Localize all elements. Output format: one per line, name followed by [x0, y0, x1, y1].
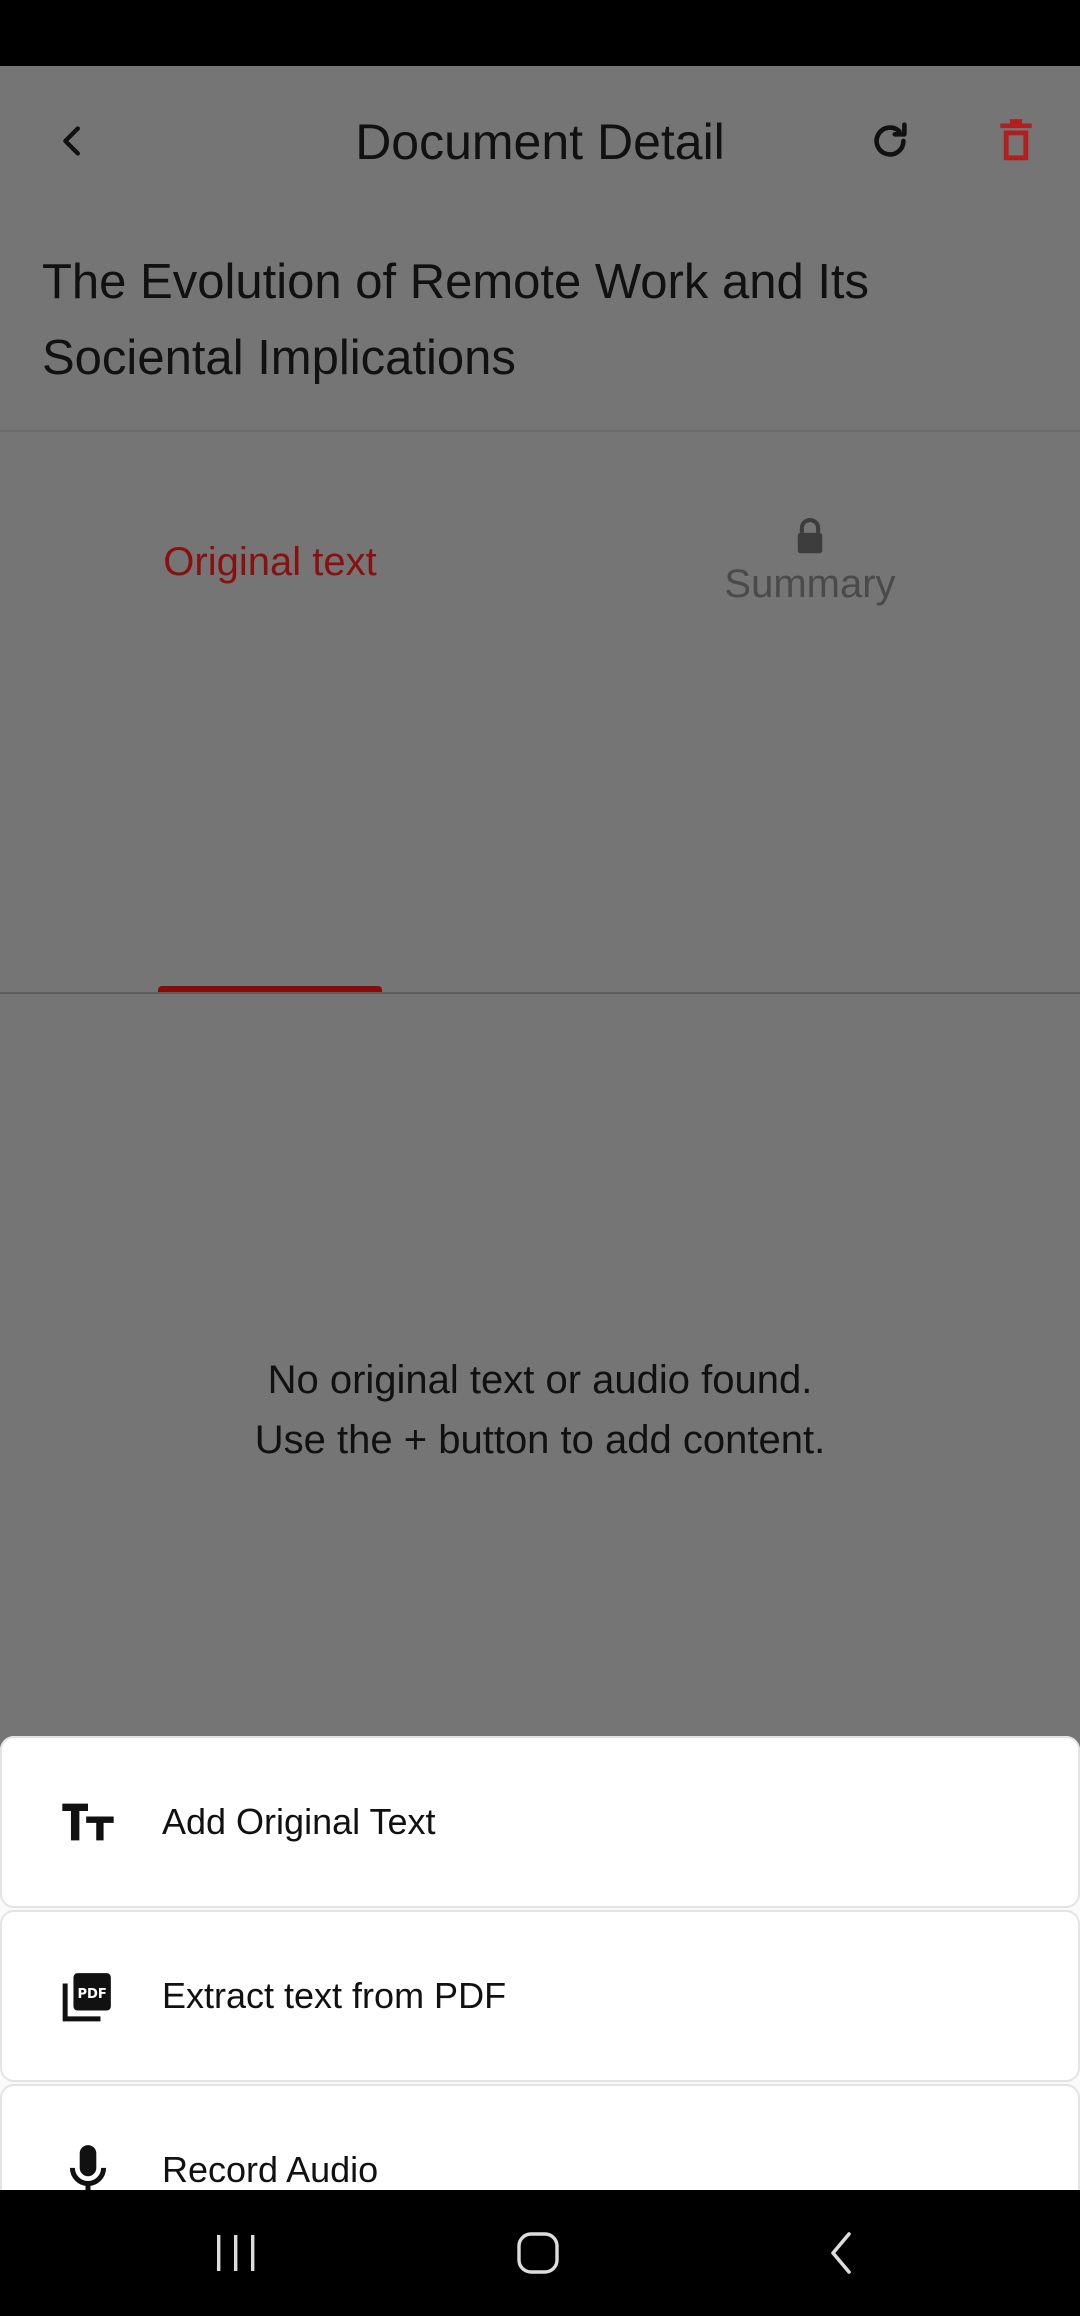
tab-bar: Original text Summary: [0, 432, 1080, 994]
svg-text:PDF: PDF: [77, 1987, 106, 2002]
icon-container: PDF: [28, 1969, 148, 2023]
document-detail-screen: Document Detail The Evolution of Remote …: [0, 66, 1080, 2256]
tab-label: Summary: [724, 561, 896, 606]
empty-state-message: No original text or audio found. Use the…: [0, 1350, 1080, 1470]
empty-state-line: No original text or audio found.: [267, 1358, 813, 1402]
home-icon: [517, 2232, 559, 2274]
option-label: Record Audio: [162, 2149, 379, 2190]
app-bar: Document Detail: [0, 66, 1080, 218]
refresh-icon: [874, 122, 907, 157]
system-navigation-bar: [0, 2190, 1080, 2316]
back-icon: [831, 2232, 851, 2274]
tab-original-text[interactable]: Original text: [0, 432, 540, 692]
microphone-icon: [69, 2145, 107, 2195]
empty-state-line: Use the + button to add content.: [254, 1418, 826, 1462]
add-original-text-option[interactable]: Add Original Text: [0, 1736, 1080, 1908]
text-size-icon: [62, 1803, 114, 1841]
back-chevron-icon: [63, 126, 81, 156]
tab-label: Original text: [163, 539, 377, 584]
home-button[interactable]: [468, 2208, 608, 2298]
icon-container: [28, 2143, 148, 2197]
trash-icon: [1000, 119, 1032, 161]
status-bar: [0, 0, 1080, 66]
option-label: Add Original Text: [162, 1801, 436, 1842]
back-button[interactable]: [24, 93, 120, 189]
icon-container: [28, 1800, 148, 1844]
extract-pdf-option[interactable]: PDF Extract text from PDF: [0, 1910, 1080, 2082]
system-back-button[interactable]: [772, 2208, 912, 2298]
recent-apps-button[interactable]: [166, 2208, 306, 2298]
add-content-sheet: Add Original Text PDF Extract text from …: [0, 1736, 1080, 2256]
document-title: The Evolution of Remote Work and Its Soc…: [42, 255, 870, 385]
tab-summary[interactable]: Summary: [540, 432, 1080, 692]
divider: [0, 992, 1080, 994]
pdf-icon: PDF: [62, 1973, 111, 2022]
lock-icon: [797, 517, 823, 553]
delete-button[interactable]: [968, 93, 1064, 189]
option-label: Extract text from PDF: [162, 1975, 507, 2016]
refresh-button[interactable]: [842, 93, 938, 189]
recent-apps-icon: [217, 2235, 255, 2271]
